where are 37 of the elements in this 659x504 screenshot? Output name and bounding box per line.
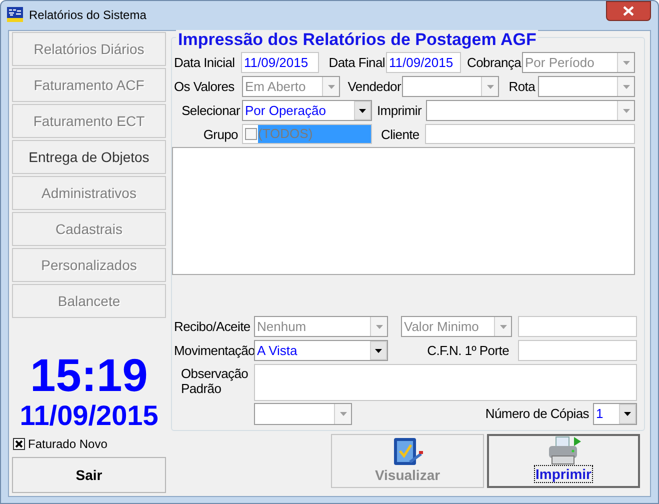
dropdown[interactable]: Por Operação — [242, 100, 372, 121]
window-title: Relatórios do Sistema — [29, 8, 146, 22]
sidebar-button[interactable]: Entrega de Objetos — [12, 140, 166, 174]
field-label: Cobrança — [466, 55, 521, 70]
app-icon — [7, 7, 23, 22]
field-label: Observação Padrão — [180, 366, 250, 396]
text-field[interactable]: 11/09/2015 — [386, 52, 461, 73]
field-label: Rota — [508, 79, 535, 94]
exit-button[interactable]: Sair — [12, 457, 166, 493]
text-field[interactable] — [425, 124, 635, 144]
clock-time: 15:19 — [29, 351, 149, 399]
clipboard-check-icon — [392, 437, 424, 467]
field-label: Data Final — [328, 55, 385, 70]
text-field[interactable]: 11/09/2015 — [241, 52, 319, 73]
field-label: C.F.N. 1º Porte — [426, 343, 509, 358]
field-label: Grupo — [202, 127, 238, 142]
field-label: Imprimir — [376, 103, 423, 118]
field-label: Data Inicial — [173, 55, 236, 70]
close-icon — [623, 6, 634, 16]
field-label: Movimentação — [173, 343, 254, 358]
dropdown[interactable]: A Vista — [254, 340, 388, 361]
field-label: Vendedor — [346, 79, 401, 94]
field-label: Número de Cópias — [484, 406, 589, 421]
text-field[interactable] — [518, 340, 637, 361]
close-button[interactable] — [606, 1, 651, 21]
checkbox[interactable] — [13, 438, 25, 450]
text-area[interactable] — [254, 364, 637, 401]
field-label: Selecionar — [180, 103, 240, 118]
checkbox-label: Faturado Novo — [28, 436, 108, 453]
group-title: Impressão dos Relatórios de Postagem AGF — [176, 30, 538, 50]
field-label: Recibo/Aceite — [173, 319, 252, 334]
action-button[interactable]: Imprimir — [487, 434, 640, 488]
text-field[interactable] — [518, 316, 637, 337]
field-label: Os Valores — [173, 79, 236, 94]
dropdown[interactable]: 1 — [593, 403, 637, 425]
clock-date: 11/09/2015 — [18, 401, 160, 431]
field-label: Cliente — [380, 127, 420, 142]
